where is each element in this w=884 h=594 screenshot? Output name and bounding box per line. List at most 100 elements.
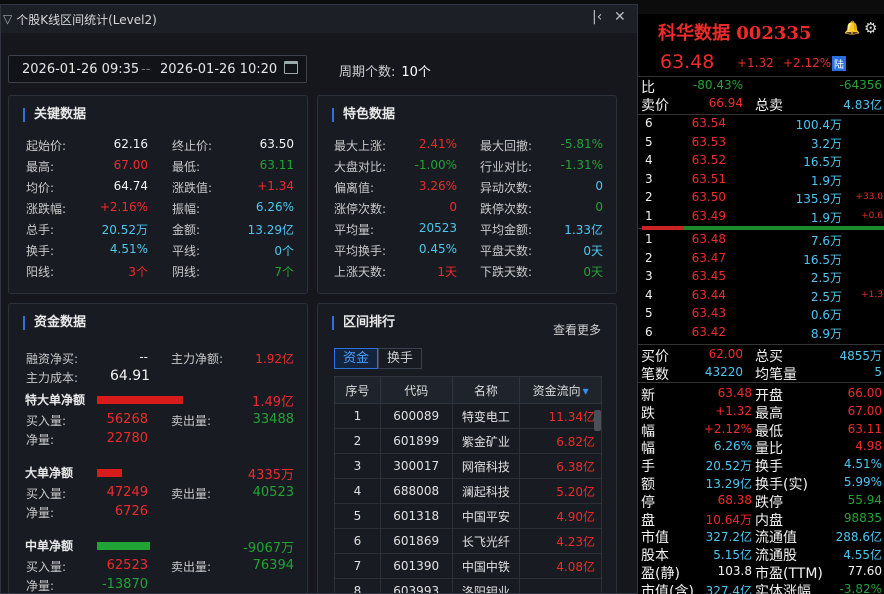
table-row[interactable]: 1 600089 特变电工 11.34亿: [334, 403, 602, 429]
special-value: 20523: [418, 221, 457, 235]
tab-turnover[interactable]: 换手: [378, 348, 423, 369]
calendar-icon[interactable]: [284, 61, 298, 74]
key-label: 振幅:: [172, 202, 201, 216]
view-more-link[interactable]: 查看更多: [553, 321, 601, 338]
key-label: 涨跌幅:: [26, 202, 67, 216]
fund-group: 特大单净额 1.49亿 买入量: 56268 卖出量: 33488 净量: 22780: [9, 391, 309, 461]
period-label: 周期个数:: [339, 65, 396, 80]
bid-volume: 7.6万: [810, 234, 842, 248]
row-value: 5.15亿: [713, 548, 752, 563]
table-cell: 4.08亿: [519, 553, 602, 579]
table-row[interactable]: 6 601869 长飞光纤 4.23亿: [334, 528, 602, 554]
margin-label: 融资净买:: [26, 352, 79, 366]
range-end[interactable]: 2026-01-26 10:20: [160, 62, 277, 77]
column-header-0[interactable]: 序号: [334, 376, 381, 404]
special-value: -5.81%: [560, 137, 603, 151]
bid-volume: 2.5万: [810, 271, 842, 285]
filter-icon: ▽: [3, 12, 13, 26]
key-value: +2.16%: [99, 200, 148, 214]
bid-volume: 2.5万: [810, 289, 842, 304]
interval-stats-dialog: ▽ 个股K线区间统计(Level2) |‹ ✕ 2026-01-26 09:35…: [0, 4, 638, 594]
fund-group-title: 特大单净额: [25, 393, 86, 407]
bid-price: 63.48: [691, 232, 726, 246]
bid-level: 1 63.48 7.6万: [638, 232, 884, 249]
bid-price: 63.45: [691, 269, 726, 283]
key-data-title: 关键数据: [23, 108, 86, 122]
special-label: 涨停次数:: [334, 202, 387, 216]
table-row[interactable]: 8 603993 洛阳钼业: [334, 578, 602, 593]
bell-icon[interactable]: 🔔: [844, 21, 860, 36]
stock-name: 科华数据: [658, 23, 730, 44]
table-row[interactable]: 3 300017 网宿科技 6.38亿: [334, 453, 602, 479]
bid-ask-ratio-red: [642, 226, 684, 230]
connect-tag[interactable]: 陆: [832, 56, 846, 71]
column-header-2[interactable]: 名称: [451, 376, 521, 404]
row-value-2: 55.94: [847, 492, 882, 507]
row-label: 买价: [641, 349, 669, 365]
period-count: 周期个数: 10个: [339, 61, 431, 80]
special-value: 0: [449, 200, 457, 214]
table-scrollbar[interactable]: [594, 410, 601, 431]
table-cell: 688008: [379, 478, 453, 504]
table-cell: 7: [334, 553, 381, 579]
table-cell: 6.82亿: [519, 428, 602, 454]
sell-label: 卖出量:: [171, 414, 212, 428]
table-cell: 8: [334, 578, 381, 593]
row-value: 43220: [704, 365, 743, 379]
column-header-1[interactable]: 代码: [379, 376, 453, 404]
gear-icon[interactable]: ⚙: [864, 19, 877, 37]
net-label: 净量:: [26, 433, 55, 447]
row-label: 卖价: [641, 98, 669, 114]
ask-volume: 100.4万: [795, 118, 842, 132]
special-row: 大盘对比: -1.00% 行业对比: -1.31%: [318, 158, 618, 174]
bid-level-no: 2: [645, 250, 653, 265]
fund-net-amount: 1.49亿: [252, 395, 294, 410]
stock-name-code: 科华数据 002335: [658, 19, 811, 45]
bid-level: 5 63.43 0.6万: [638, 306, 884, 323]
close-icon[interactable]: ✕: [614, 9, 626, 25]
row-value-2: 4.51%: [843, 457, 882, 472]
separator: [638, 114, 884, 115]
table-row[interactable]: 2 601899 紫金矿业 6.82亿: [334, 428, 602, 454]
row-value-2: 4.83亿: [843, 98, 882, 112]
table-cell: 6: [334, 528, 381, 554]
table-row[interactable]: 5 601318 中国平安 4.90亿: [334, 503, 602, 529]
bid-level: 4 63.44 2.5万 +1.3: [638, 288, 884, 305]
range-start[interactable]: 2026-01-26 09:35: [22, 62, 139, 77]
period-value: 10个: [401, 65, 431, 80]
date-range-picker[interactable]: 2026-01-26 09:35 -- 2026-01-26 10:20: [8, 55, 307, 83]
special-data-panel: 特色数据 最大上涨: 2.41% 最大回撤: -5.81% 大盘对比: -1.00% 行业对…: [317, 95, 617, 294]
dialog-titlebar[interactable]: ▽ 个股K线区间统计(Level2) |‹ ✕: [1, 5, 637, 33]
ask-volume: 1.9万: [810, 210, 842, 225]
table-row[interactable]: 7 601390 中国中铁 4.08亿: [334, 553, 602, 579]
special-label: 最大上涨:: [334, 139, 387, 153]
tab-funds[interactable]: 资金: [334, 348, 379, 369]
special-row: 最大上涨: 2.41% 最大回撤: -5.81%: [318, 137, 618, 153]
table-cell: 洛阳钼业: [451, 578, 521, 593]
bid-price: 63.44: [691, 287, 726, 302]
key-label: 最低:: [172, 160, 201, 174]
key-label: 阴线:: [172, 265, 201, 279]
net-value: 22780: [106, 431, 148, 446]
bid-volume: 8.9万: [810, 326, 842, 341]
special-data-title: 特色数据: [332, 108, 395, 122]
sort-desc-icon[interactable]: ▾: [583, 384, 589, 398]
key-value: 0个: [274, 244, 294, 258]
margin-value: --: [139, 350, 148, 364]
bid-level: 2 63.47 16.5万: [638, 251, 884, 268]
row-value-2: 63.11: [847, 421, 882, 436]
bid-price: 63.42: [691, 324, 726, 339]
row-value-2: 288.6亿: [835, 530, 882, 545]
table-cell: 1: [334, 403, 381, 429]
table-row[interactable]: 4 688008 澜起科技 5.20亿: [334, 478, 602, 504]
column-header-3[interactable]: 资金流向 ▾: [519, 376, 602, 404]
stat-row: 幅 6.26% 量比 4.98: [638, 438, 884, 457]
key-label: 金额:: [172, 223, 201, 237]
collapse-icon[interactable]: |‹: [592, 9, 602, 25]
dialog-title: 个股K线区间统计(Level2): [16, 12, 157, 27]
special-label: 偏离值:: [334, 181, 375, 195]
table-cell: 2: [334, 428, 381, 454]
special-label: 大盘对比:: [334, 160, 387, 174]
row-value-2: 66.00: [847, 386, 882, 400]
last-price: 63.48: [660, 51, 715, 73]
